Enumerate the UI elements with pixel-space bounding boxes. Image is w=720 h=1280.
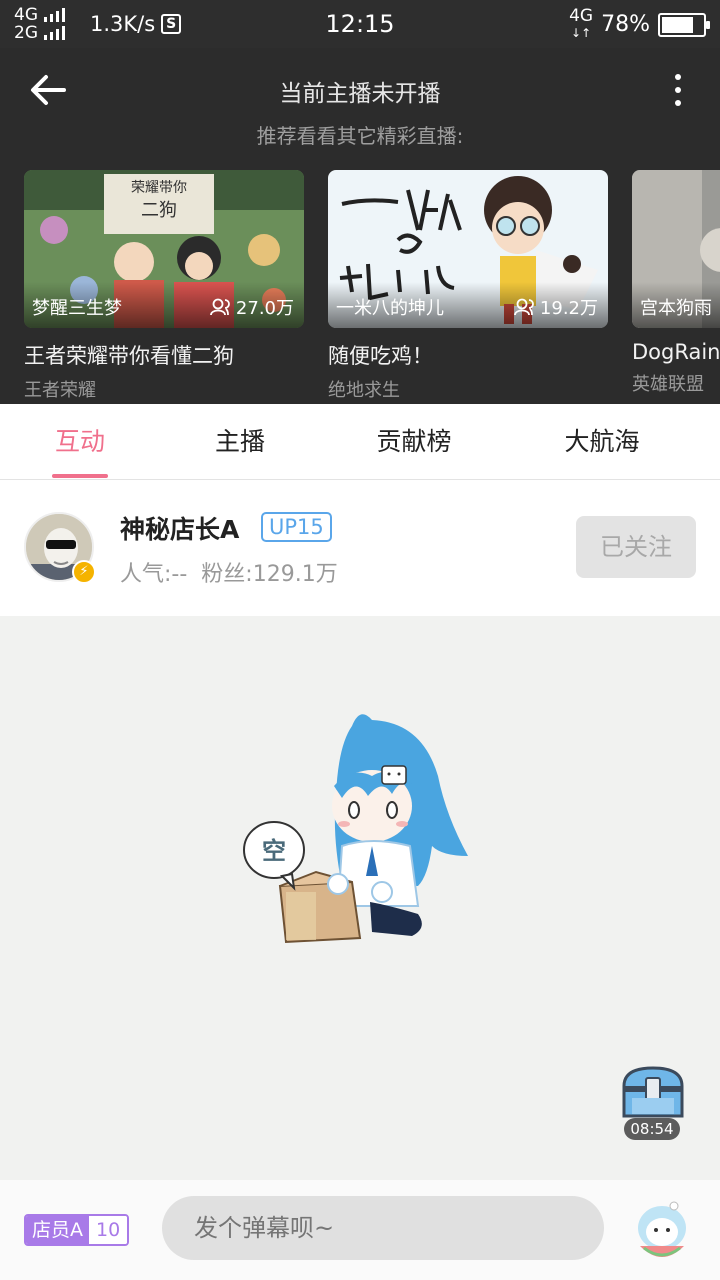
- svg-text:荣耀带你: 荣耀带你: [131, 180, 187, 196]
- viewers-icon: [210, 298, 230, 316]
- recommend-card[interactable]: 荣耀带你 二狗 梦醒三生梦 27.0万 王者荣耀带你看懂二狗 王者荣耀: [24, 170, 304, 400]
- svg-text:二狗: 二狗: [141, 200, 177, 221]
- battery-icon: [658, 12, 710, 37]
- interaction-area: 空 08:54: [0, 616, 720, 1180]
- card-title: DogRain: [632, 340, 720, 364]
- medal-name: 店员A: [26, 1216, 89, 1244]
- offline-header: 当前主播未开播 推荐看看其它精彩直播: 荣耀带你 二狗 梦醒三生梦 27.0万 …: [0, 48, 720, 404]
- viewers-count: 19.2万: [539, 298, 598, 319]
- up-level-badge: UP15: [261, 512, 332, 542]
- offline-title: 当前主播未开播: [279, 81, 441, 107]
- more-dot-icon: [675, 74, 681, 80]
- anchor-stats: 人气:-- 粉丝:129.1万: [120, 556, 352, 588]
- viewers-count: 27.0万: [235, 298, 294, 319]
- card-title: 王者荣耀带你看懂二狗: [24, 344, 234, 368]
- tab-label: 主播: [214, 427, 265, 456]
- bottom-bar: 店员A 10: [0, 1180, 720, 1280]
- verified-badge-icon: ⚡: [72, 560, 96, 584]
- fans-count: 粉丝:129.1万: [201, 562, 338, 587]
- tab-contribution[interactable]: 贡献榜: [354, 404, 474, 480]
- tab-interact[interactable]: 互动: [30, 404, 130, 480]
- card-anchor-name: 梦醒三生梦: [32, 298, 122, 319]
- fan-medal[interactable]: 店员A 10: [24, 1214, 130, 1246]
- data-icon: 4G ↓↑: [569, 6, 594, 41]
- card-thumbnail: 一米八的坤儿 19.2万: [328, 170, 608, 328]
- network-type-right: 4G: [569, 6, 594, 26]
- chest-timer: 08:54: [624, 1118, 680, 1140]
- tab-label: 互动: [54, 427, 105, 456]
- tab-anchor[interactable]: 主播: [190, 404, 290, 480]
- more-button[interactable]: [668, 70, 688, 110]
- mascot-icon: [638, 1201, 686, 1257]
- card-anchor-name: 一米八的坤儿: [336, 298, 444, 319]
- card-anchor-name: 宫本狗雨: [640, 298, 712, 319]
- card-viewers: 27.0万: [210, 294, 294, 320]
- card-category: 绝地求生: [328, 380, 400, 400]
- recommend-card[interactable]: 宫本狗雨 DogRain 英雄联盟: [632, 170, 720, 396]
- recommend-subtitle: 推荐看看其它精彩直播:: [256, 124, 464, 148]
- card-category: 英雄联盟: [632, 374, 704, 395]
- status-bar: 4G 2G 1.3K/s S 12:15 4G ↓↑ 78%: [0, 0, 720, 48]
- tab-label: 贡献榜: [376, 427, 452, 456]
- more-dot-icon: [675, 100, 681, 106]
- recommend-list: 荣耀带你 二狗 梦醒三生梦 27.0万 王者荣耀带你看懂二狗 王者荣耀 一米八的…: [24, 170, 720, 400]
- popularity: 人气:--: [120, 562, 188, 587]
- anchor-name[interactable]: 神秘店长A: [120, 510, 239, 546]
- card-category: 王者荣耀: [24, 380, 96, 400]
- anchor-info: ⚡ 神秘店长A UP15 人气:-- 粉丝:129.1万 已关注: [0, 480, 720, 616]
- card-title: 随便吃鸡！: [328, 344, 433, 368]
- tab-active-indicator: [52, 474, 108, 478]
- viewers-icon: [514, 298, 534, 316]
- battery-percent: 78%: [601, 12, 650, 37]
- recommend-card[interactable]: 一米八的坤儿 19.2万 随便吃鸡！ 绝地求生: [328, 170, 608, 400]
- tab-guard[interactable]: 大航海: [542, 404, 662, 480]
- card-thumbnail: 荣耀带你 二狗 梦醒三生梦 27.0万: [24, 170, 304, 328]
- card-thumbnail: 宫本狗雨: [632, 170, 720, 328]
- empty-bubble-text: 空: [262, 837, 286, 865]
- status-right: 4G ↓↑ 78%: [569, 6, 710, 41]
- tab-label: 大航海: [564, 427, 640, 456]
- battery-fill: [662, 16, 694, 33]
- danmaku-input[interactable]: [162, 1196, 604, 1260]
- empty-illustration: 空: [243, 714, 468, 944]
- more-dot-icon: [675, 87, 681, 93]
- tab-bar: 互动 主播 贡献榜 大航海: [0, 404, 720, 480]
- medal-level: 10: [89, 1216, 128, 1244]
- emote-button[interactable]: [632, 1198, 692, 1264]
- follow-button[interactable]: 已关注: [576, 516, 696, 578]
- treasure-chest-icon: [622, 1066, 684, 1118]
- card-viewers: 19.2万: [514, 294, 598, 320]
